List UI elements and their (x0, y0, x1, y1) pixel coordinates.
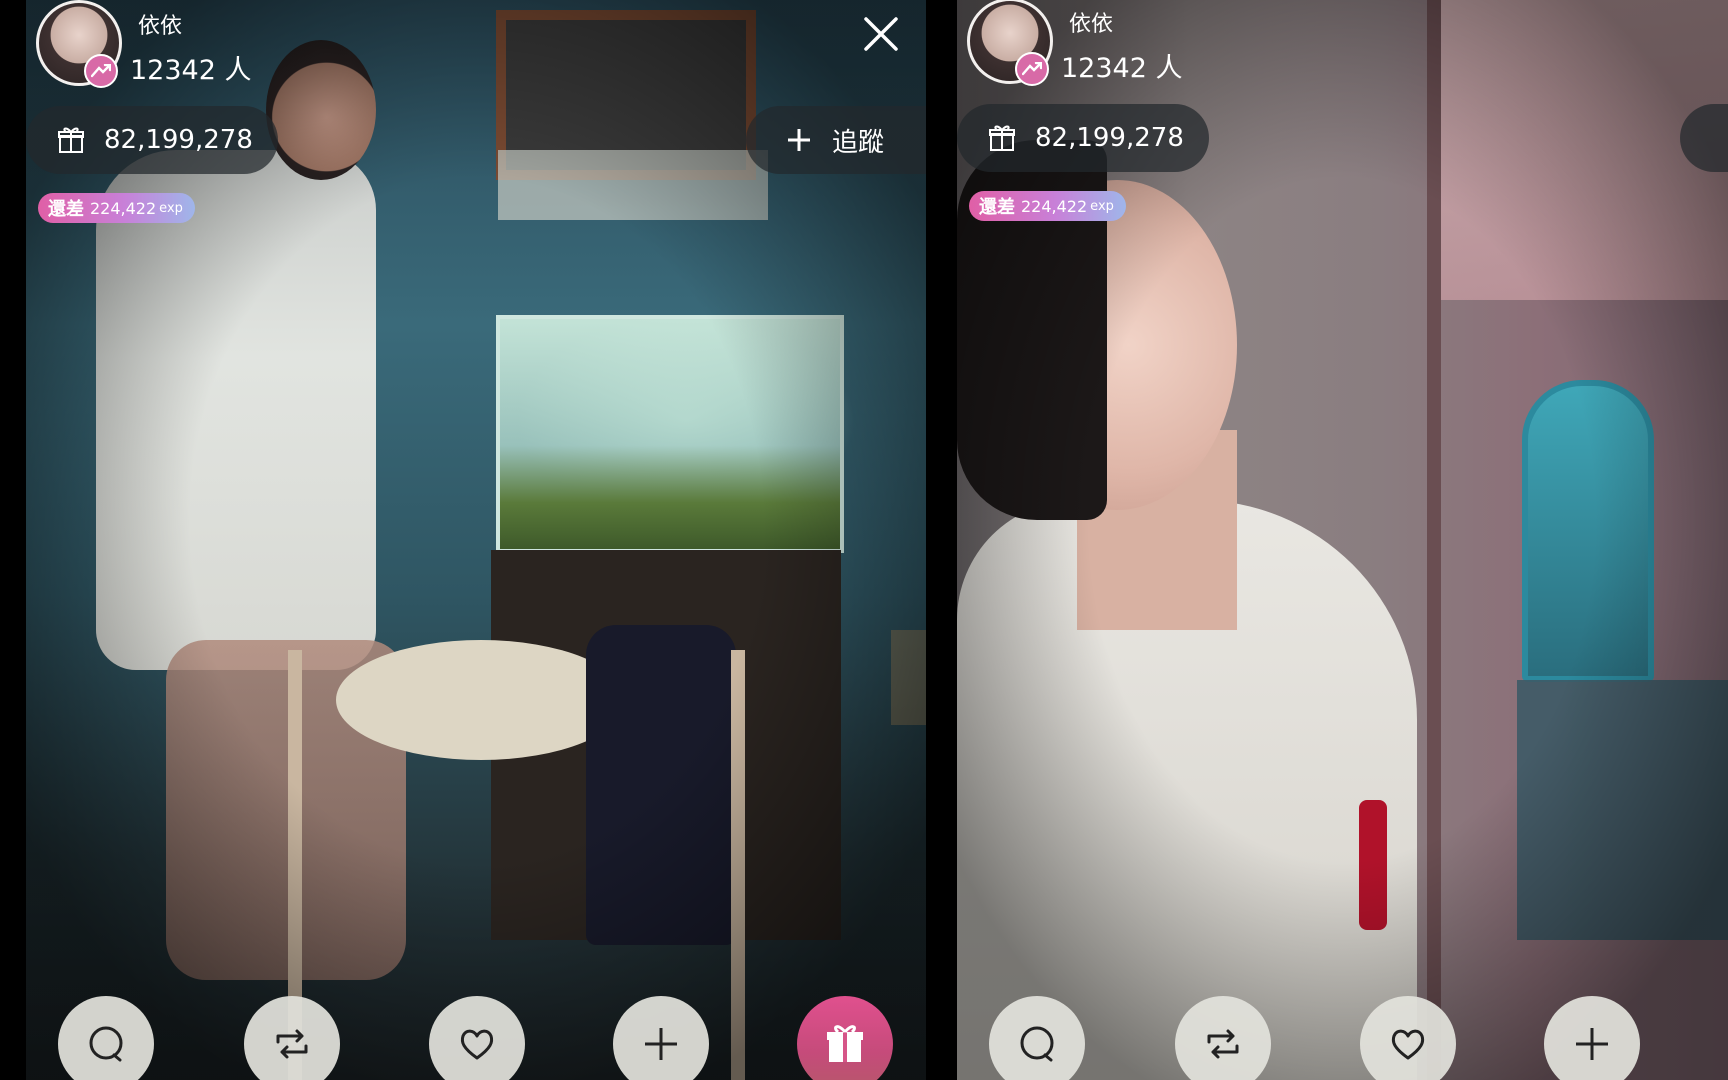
stream-panel-right: 依依 12342 人 82,199,278 還差 224,422 exp (957, 0, 1728, 1080)
comment-icon (1020, 1026, 1054, 1062)
gift-icon (827, 1025, 863, 1062)
live-badge-icon (84, 54, 118, 88)
exp-remaining-tag: 還差 224,422 exp (38, 193, 195, 223)
plus-icon (645, 1028, 677, 1060)
close-icon[interactable] (861, 14, 901, 54)
gift-box-icon (989, 125, 1015, 151)
follow-button[interactable]: 追蹤 (746, 106, 926, 174)
gift-total-value: 82,199,278 (1035, 123, 1184, 153)
host-name: 依依 (138, 14, 183, 39)
plus-icon (1576, 1028, 1608, 1060)
comment-icon (89, 1026, 123, 1062)
share-icon (276, 1029, 308, 1059)
follow-label: 追蹤 (832, 127, 885, 158)
gift-total-value: 82,199,278 (104, 125, 253, 155)
viewer-count: 12342 人 (1061, 53, 1183, 84)
gift-total-pill[interactable]: 82,199,278 (26, 106, 278, 174)
heart-icon (460, 1029, 494, 1060)
plus-icon (788, 129, 810, 151)
exp-unit: exp (159, 200, 183, 216)
host-name: 依依 (1069, 12, 1114, 37)
share-icon (1207, 1029, 1239, 1059)
gift-total-pill[interactable]: 82,199,278 (957, 104, 1209, 172)
heart-icon (1391, 1029, 1425, 1060)
exp-value: 224,422 (1021, 196, 1088, 216)
stream-panel-left: 依依 12342 人 82,199,278 還差 224,422 exp 追蹤 (26, 0, 926, 1080)
exp-prefix: 還差 (48, 199, 84, 220)
exp-prefix: 還差 (979, 197, 1015, 218)
viewer-count: 12342 人 (130, 55, 252, 86)
exp-remaining-tag: 還差 224,422 exp (969, 191, 1126, 221)
live-badge-icon (1015, 52, 1049, 86)
gift-box-icon (58, 127, 84, 153)
exp-unit: exp (1090, 198, 1114, 214)
exp-value: 224,422 (90, 198, 157, 218)
